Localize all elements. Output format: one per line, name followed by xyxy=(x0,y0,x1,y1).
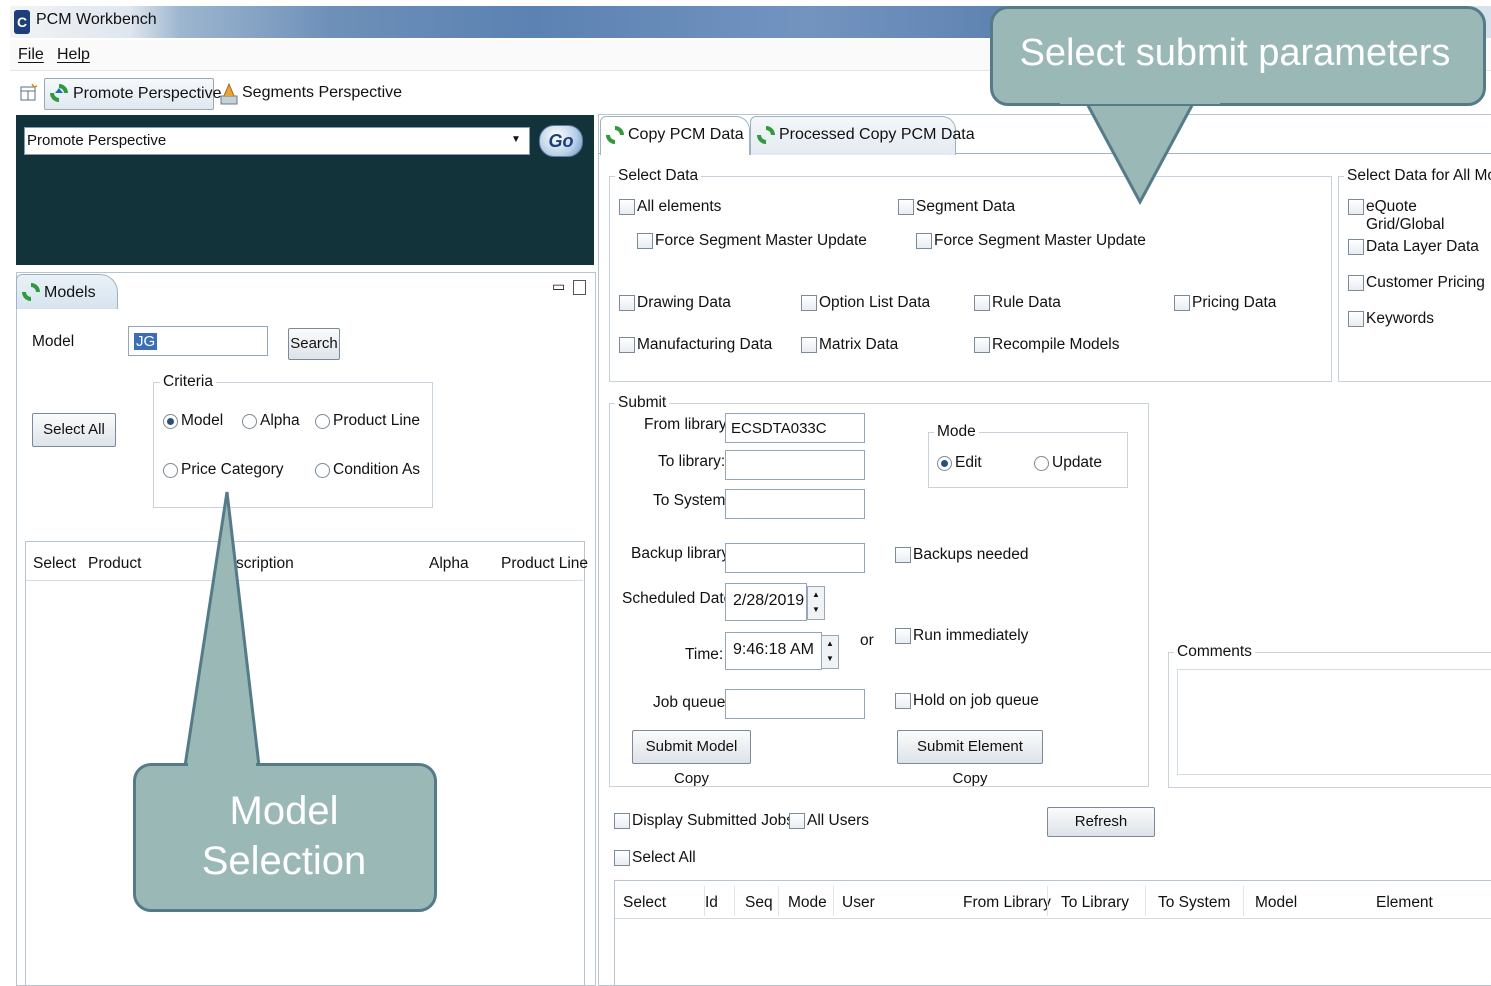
callout-joint xyxy=(1060,90,1220,104)
model-selection-line-1: Model xyxy=(229,789,339,833)
model-selection-line-2: Selection xyxy=(201,839,367,883)
submit-params-callout-text: Select submit parameters xyxy=(1019,32,1451,74)
callout-joint xyxy=(188,755,256,769)
model-selection-callout-text: Model Selection xyxy=(133,786,435,886)
